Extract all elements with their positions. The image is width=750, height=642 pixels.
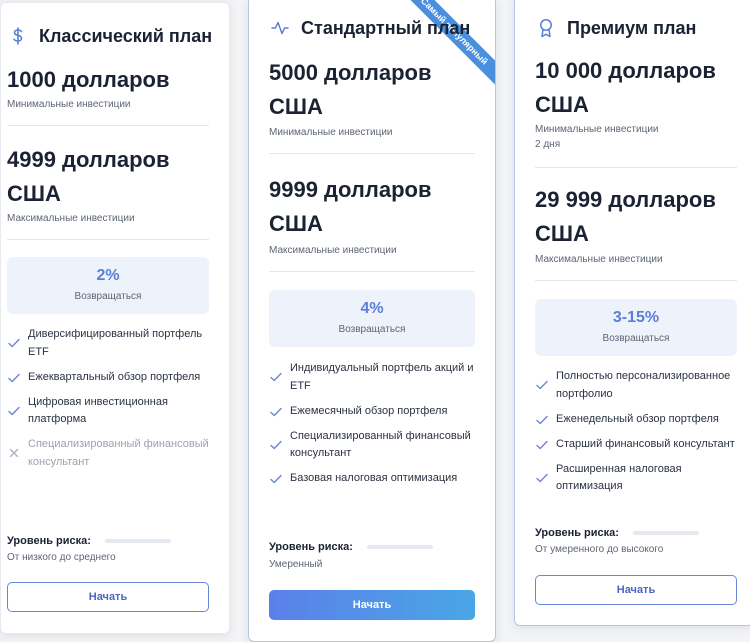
- feature-item: Расширенная налоговая оптимизация: [535, 461, 741, 496]
- feature-item: Ежеквартальный обзор портфеля: [7, 369, 215, 387]
- max-investment-label: Максимальные инвестиции: [535, 254, 663, 265]
- risk-level-text: Умеренный: [269, 559, 323, 570]
- max-investment-amount-line1: 4999 долларов: [7, 147, 170, 172]
- feature-item: Ежемесячный обзор портфеля: [269, 403, 479, 421]
- feature-text: Ежемесячный обзор портфеля: [290, 404, 448, 417]
- risk-row: Уровень риска:: [535, 527, 699, 539]
- max-investment-label: Максимальные инвестиции: [269, 245, 397, 256]
- activity-icon: [269, 17, 291, 39]
- risk-level-text: От низкого до среднего: [7, 552, 116, 563]
- start-button[interactable]: Начать: [269, 590, 475, 620]
- min-investment-amount-line2: США: [269, 94, 323, 119]
- max-investment-amount-line2: США: [7, 181, 61, 206]
- max-investment-amount-line2: США: [269, 211, 323, 236]
- risk-bar: [366, 545, 433, 549]
- feature-item: Еженедельный обзор портфеля: [535, 411, 741, 429]
- feature-text: Еженедельный обзор портфеля: [556, 412, 719, 425]
- plan-title: Классический план: [39, 25, 213, 46]
- plan-card-classic: Классический план 1000 долларов Минималь…: [0, 2, 230, 634]
- check-icon: [269, 438, 283, 452]
- dollar-icon: [7, 25, 29, 47]
- max-investment-amount-line1: 9999 долларов: [269, 177, 432, 202]
- feature-item: Индивидуальный портфель акций и ETF: [269, 360, 479, 395]
- feature-item: Базовая налоговая оптимизация: [269, 470, 479, 488]
- min-investment-label: Минимальные инвестиции: [7, 99, 131, 110]
- max-investment-label: Максимальные инвестиции: [7, 213, 135, 224]
- return-box: 2% Возвращаться: [7, 257, 209, 314]
- check-icon: [269, 370, 283, 384]
- risk-row: Уровень риска:: [269, 541, 433, 553]
- divider: [7, 125, 209, 126]
- feature-text: Диверсифицированный портфель ETF: [28, 328, 203, 358]
- feature-text: Старший финансовый консультант: [556, 437, 735, 450]
- min-investment-label: Минимальные инвестиции: [535, 124, 659, 135]
- check-icon: [535, 378, 549, 392]
- divider: [7, 239, 209, 240]
- return-box: 3-15% Возвращаться: [535, 299, 737, 356]
- feature-text: Цифровая инвестиционная платформа: [28, 395, 168, 426]
- check-icon: [7, 371, 21, 385]
- check-icon: [7, 404, 21, 418]
- check-icon: [269, 405, 283, 419]
- plan-card-standard: Самый популярный Стандартный план 5000 д…: [248, 0, 496, 642]
- max-investment-amount-line2: США: [535, 221, 589, 246]
- check-icon: [7, 336, 21, 350]
- check-icon: [535, 471, 549, 485]
- plan-header: Премиум план: [535, 17, 696, 39]
- return-label: Возвращаться: [74, 291, 142, 302]
- check-icon: [535, 438, 549, 452]
- feature-list: Индивидуальный портфель акций и ETF Ежем…: [269, 360, 479, 495]
- risk-bar: [104, 539, 171, 543]
- feature-text: Полностью персонализированное портфолио: [556, 370, 731, 400]
- return-label: Возвращаться: [338, 324, 406, 335]
- feature-text: Специализированный финансовый консультан…: [290, 429, 471, 460]
- return-label: Возвращаться: [602, 333, 670, 344]
- award-icon: [535, 17, 557, 39]
- plan-header: Стандартный план: [269, 17, 470, 39]
- return-value: 2%: [96, 267, 120, 284]
- min-investment-amount: 1000 долларов: [7, 67, 170, 92]
- start-button[interactable]: Начать: [7, 582, 209, 612]
- start-button[interactable]: Начать: [535, 575, 737, 605]
- feature-text: Ежеквартальный обзор портфеля: [28, 370, 201, 383]
- plan-header: Классический план: [7, 25, 212, 47]
- return-box: 4% Возвращаться: [269, 290, 475, 347]
- plan-card-premium: Премиум план 10 000 долларов США Минимал…: [514, 0, 750, 626]
- feature-item: Полностью персонализированное портфолио: [535, 368, 741, 403]
- min-investment-amount-line2: США: [535, 92, 589, 117]
- divider: [535, 280, 737, 281]
- feature-text: Специализированный финансовый консультан…: [28, 438, 209, 468]
- risk-level-text: От умеренного до высокого: [535, 544, 664, 555]
- feature-item: Диверсифицированный портфель ETF: [7, 326, 215, 361]
- divider: [269, 271, 475, 272]
- min-investment-amount-line1: 10 000 долларов: [535, 58, 716, 83]
- min-investment-note: 2 дня: [535, 139, 561, 150]
- feature-list: Диверсифицированный портфель ETF Ежеквар…: [7, 326, 215, 479]
- feature-text: Индивидуальный портфель акций и ETF: [290, 362, 474, 392]
- risk-row: Уровень риска:: [7, 535, 171, 547]
- check-icon: [535, 413, 549, 427]
- feature-item: Специализированный финансовый консультан…: [269, 428, 479, 463]
- check-icon: [269, 472, 283, 486]
- divider: [535, 167, 737, 168]
- return-value: 4%: [360, 300, 384, 317]
- risk-label: Уровень риска:: [269, 541, 353, 553]
- feature-text: Расширенная налоговая оптимизация: [556, 462, 682, 493]
- plan-title: Стандартный план: [301, 17, 471, 38]
- feature-item: Старший финансовый консультант: [535, 436, 741, 454]
- feature-item: Цифровая инвестиционная платформа: [7, 394, 215, 429]
- divider: [269, 153, 475, 154]
- feature-list: Полностью персонализированное портфолио …: [535, 368, 741, 503]
- max-investment-amount-line1: 29 999 долларов: [535, 187, 716, 212]
- plan-title: Премиум план: [567, 17, 697, 38]
- feature-item-excluded: Специализированный финансовый консультан…: [7, 436, 215, 471]
- min-investment-amount-line1: 5000 долларов: [269, 60, 432, 85]
- return-value: 3-15%: [612, 309, 660, 326]
- min-investment-label: Минимальные инвестиции: [269, 127, 393, 138]
- risk-label: Уровень риска:: [535, 527, 619, 539]
- risk-label: Уровень риска:: [7, 535, 91, 547]
- x-icon: [7, 446, 21, 460]
- risk-bar: [632, 531, 699, 535]
- feature-text: Базовая налоговая оптимизация: [290, 472, 458, 484]
